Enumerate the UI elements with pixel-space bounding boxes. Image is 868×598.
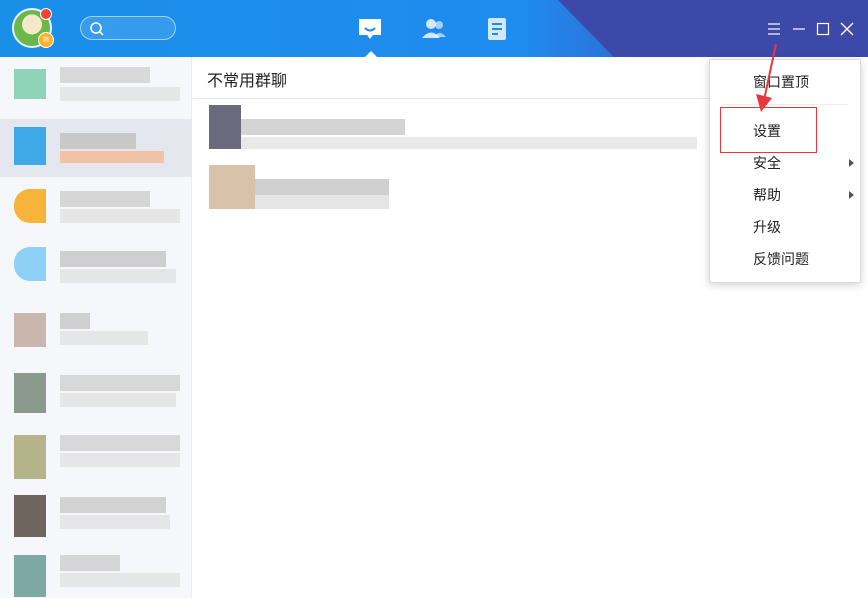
menu-item-label: 反馈问题	[753, 252, 809, 268]
close-icon[interactable]	[840, 22, 854, 36]
list-item[interactable]	[0, 467, 192, 537]
menu-icon[interactable]	[767, 22, 781, 36]
search-icon	[90, 22, 104, 36]
contacts-icon[interactable]	[420, 16, 448, 42]
messages-icon[interactable]	[356, 16, 384, 42]
list-item[interactable]	[0, 351, 192, 413]
search-input[interactable]	[80, 16, 176, 40]
title-bar: ≡	[0, 0, 868, 57]
menu-item-label: 升级	[753, 220, 781, 236]
list-item[interactable]	[0, 61, 192, 119]
user-avatar[interactable]: ≡	[12, 8, 54, 48]
notification-dot	[40, 8, 52, 20]
group-row[interactable]	[193, 103, 713, 155]
annotation-arrow-icon	[756, 43, 777, 112]
menu-item-help[interactable]: 帮助	[710, 181, 860, 211]
conversation-list[interactable]	[0, 57, 192, 598]
maximize-icon[interactable]	[816, 22, 830, 36]
status-badge-icon: ≡	[38, 32, 54, 48]
divider	[193, 98, 723, 99]
list-item[interactable]	[0, 539, 192, 597]
list-item[interactable]	[0, 409, 192, 479]
group-row[interactable]	[193, 165, 713, 211]
menu-item-label: 帮助	[753, 188, 781, 204]
menu-item-feedback[interactable]: 反馈问题	[710, 245, 860, 275]
page-title: 不常用群聊	[207, 71, 288, 90]
submenu-arrow-icon	[849, 159, 854, 167]
list-item[interactable]	[0, 293, 192, 351]
list-item[interactable]	[0, 119, 192, 177]
menu-item-security[interactable]: 安全	[710, 149, 860, 179]
list-item[interactable]	[0, 177, 192, 235]
submenu-arrow-icon	[849, 191, 854, 199]
menu-item-upgrade[interactable]: 升级	[710, 213, 860, 243]
menu-item-label: 安全	[753, 156, 781, 172]
list-item[interactable]	[0, 235, 192, 293]
documents-icon[interactable]	[484, 16, 512, 42]
minimize-icon[interactable]	[792, 22, 806, 36]
